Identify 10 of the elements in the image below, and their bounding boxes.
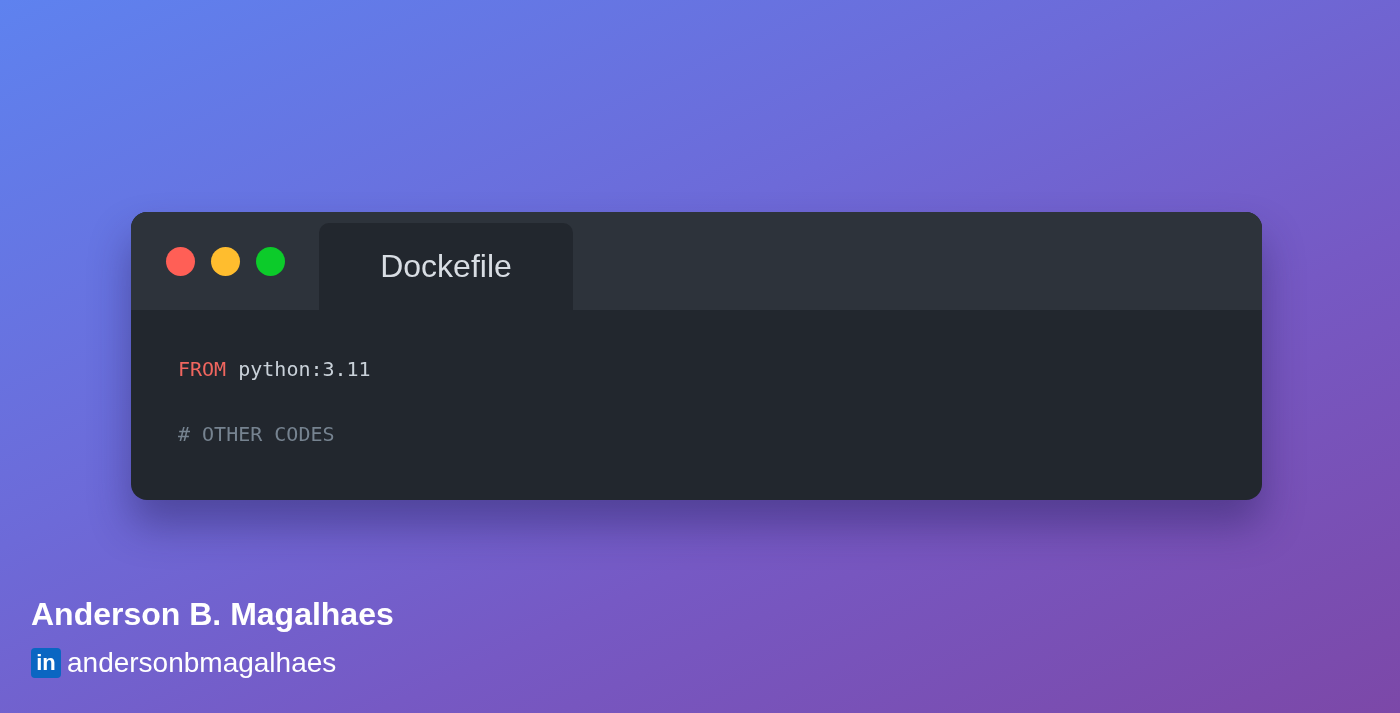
file-tab[interactable]: Dockefile — [319, 223, 573, 310]
window-control-dot[interactable] — [166, 246, 195, 276]
author-name: Anderson B. Magalhaes — [31, 596, 394, 633]
code-keyword: FROM — [178, 357, 227, 381]
code-comment: # OTHER CODES — [178, 422, 335, 446]
author-handle: andersonbmagalhaes — [67, 647, 337, 679]
window-control-dot[interactable] — [211, 246, 240, 276]
code-text: python:3.11 — [237, 357, 371, 381]
window-control-dot[interactable] — [256, 246, 285, 276]
linkedin-icon: in — [31, 648, 61, 678]
